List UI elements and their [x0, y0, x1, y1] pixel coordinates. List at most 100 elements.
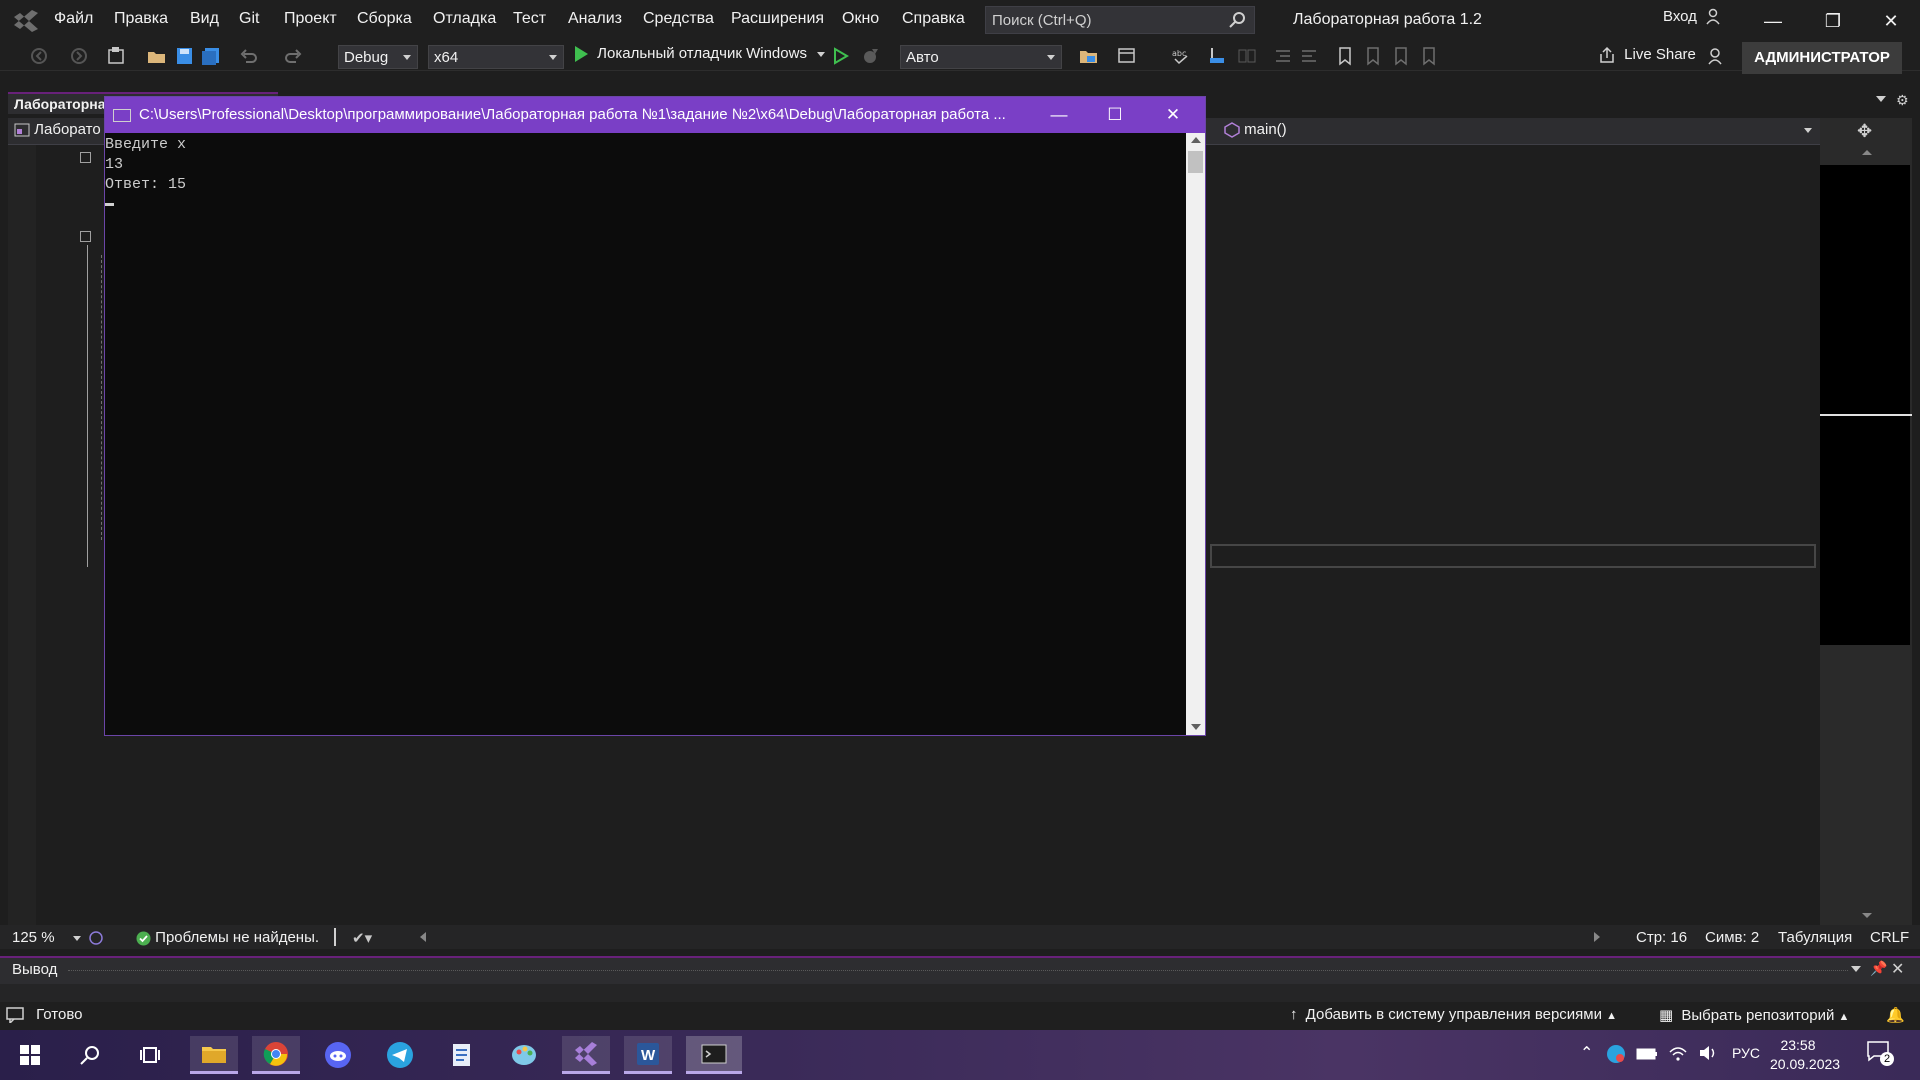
bookmark-icon[interactable]	[1334, 46, 1356, 66]
task-view-icon[interactable]	[126, 1036, 174, 1074]
administrator-badge[interactable]: АДМИНИСТРАТОР	[1742, 42, 1902, 74]
console-close-button[interactable]: ✕	[1145, 100, 1201, 130]
console-scrollbar[interactable]	[1186, 133, 1205, 735]
volume-icon[interactable]	[1698, 1044, 1718, 1062]
console-window[interactable]: C:\Users\Professional\Desktop\программир…	[104, 96, 1206, 736]
console-icon[interactable]	[686, 1036, 742, 1074]
language-indicator[interactable]: РУС	[1732, 1045, 1760, 1061]
console-output[interactable]: Введите x 13 Ответ: 15	[105, 133, 1187, 737]
back-icon[interactable]	[28, 46, 50, 66]
signin-button[interactable]: Вход	[1663, 8, 1723, 26]
compare-icon[interactable]	[1236, 46, 1258, 66]
discord-icon[interactable]	[314, 1036, 362, 1074]
platform-select[interactable]: x64	[428, 45, 564, 69]
browser-tray-icon[interactable]	[1606, 1044, 1626, 1064]
menu-window[interactable]: Окно	[842, 10, 879, 28]
menu-edit[interactable]: Правка	[114, 10, 168, 28]
word-icon[interactable]: W	[624, 1036, 672, 1074]
forward-icon[interactable]	[68, 46, 90, 66]
console-title-bar[interactable]: C:\Users\Professional\Desktop\программир…	[105, 97, 1205, 133]
layout-icon[interactable]	[1116, 46, 1138, 66]
file-explorer-icon[interactable]	[190, 1036, 238, 1074]
scroll-right-icon[interactable]	[1594, 932, 1600, 942]
undo-icon[interactable]	[238, 46, 260, 66]
drag-handle[interactable]	[68, 970, 1848, 972]
feedback-icon[interactable]	[1706, 46, 1728, 66]
add-to-source-control-button[interactable]: ↑ Добавить в систему управления версиями…	[1290, 1006, 1617, 1023]
save-icon[interactable]	[174, 46, 196, 66]
restore-button[interactable]: ❐	[1810, 6, 1856, 36]
save-all-icon[interactable]	[200, 46, 222, 66]
live-share-button[interactable]: Live Share	[1598, 46, 1696, 64]
console-minimize-button[interactable]: —	[1031, 100, 1087, 130]
scroll-left-icon[interactable]	[420, 932, 426, 942]
next-bookmark-icon[interactable]	[1390, 46, 1412, 66]
line-ending-indicator[interactable]: CRLF	[1870, 929, 1909, 946]
menu-analyze[interactable]: Анализ	[568, 10, 622, 28]
scroll-up-icon[interactable]	[1862, 150, 1872, 155]
menu-extensions[interactable]: Расширения	[731, 10, 824, 28]
hot-reload-icon[interactable]	[860, 46, 882, 66]
tab-list-icon[interactable]	[1876, 96, 1886, 102]
column-indicator[interactable]: Симв: 2	[1705, 929, 1759, 946]
start-debugging-button[interactable]: Локальный отладчик Windows	[573, 45, 826, 69]
close-icon[interactable]: ✕	[1891, 959, 1904, 979]
new-project-icon[interactable]	[106, 46, 128, 66]
auto-select[interactable]: Авто	[900, 45, 1062, 69]
minimize-button[interactable]: —	[1750, 6, 1796, 36]
open-folder-icon[interactable]	[146, 46, 168, 66]
step-icon[interactable]	[1206, 46, 1228, 66]
search-icon[interactable]	[66, 1036, 114, 1074]
chevron-up-icon[interactable]: ⌃	[1580, 1043, 1593, 1063]
line-indicator[interactable]: Стр: 16	[1636, 929, 1687, 946]
issues-indicator[interactable]: Проблемы не найдены.	[136, 929, 319, 946]
clear-bookmarks-icon[interactable]	[1418, 46, 1440, 66]
collapse-icon[interactable]	[80, 231, 91, 242]
notification-center-icon[interactable]: 2	[1866, 1040, 1896, 1070]
outdent-icon[interactable]	[1272, 46, 1294, 66]
function-dropdown[interactable]: main()	[1224, 121, 1287, 138]
paint-icon[interactable]	[500, 1036, 548, 1074]
notepad-icon[interactable]	[438, 1036, 486, 1074]
scroll-thumb[interactable]	[1188, 151, 1203, 173]
split-icon[interactable]: ✥	[1857, 121, 1872, 142]
scroll-down-icon[interactable]	[1862, 913, 1872, 918]
scroll-up-icon[interactable]	[1191, 137, 1201, 143]
menu-build[interactable]: Сборка	[357, 10, 412, 28]
menu-tools[interactable]: Средства	[643, 10, 714, 28]
menu-debug[interactable]: Отладка	[433, 10, 496, 28]
config-select[interactable]: Debug	[338, 45, 418, 69]
pin-icon[interactable]: 📌	[1870, 960, 1887, 977]
visual-studio-icon[interactable]	[562, 1036, 610, 1074]
start-icon[interactable]	[6, 1036, 54, 1074]
cleanup-button[interactable]: ✔▾	[352, 929, 372, 947]
project-dropdown[interactable]: Лаборато	[14, 121, 101, 138]
console-maximize-button[interactable]: ☐	[1087, 100, 1143, 130]
indent-indicator[interactable]: Табуляция	[1778, 929, 1852, 946]
minimap-viewport[interactable]	[1820, 414, 1912, 416]
zoom-select[interactable]: 125 %	[12, 929, 81, 946]
clock[interactable]: 23:58 20.09.2023	[1770, 1036, 1840, 1074]
scroll-down-icon[interactable]	[1191, 724, 1201, 730]
gear-icon[interactable]: ⚙	[1896, 92, 1909, 109]
search-input[interactable]: Поиск (Ctrl+Q)	[985, 6, 1255, 34]
prev-bookmark-icon[interactable]	[1362, 46, 1384, 66]
menu-git[interactable]: Git	[239, 10, 259, 28]
menu-view[interactable]: Вид	[190, 10, 219, 28]
spell-check-icon[interactable]: abc	[1170, 46, 1192, 66]
chevron-down-icon[interactable]	[1851, 966, 1861, 972]
menu-project[interactable]: Проект	[284, 10, 337, 28]
indent-icon[interactable]	[1298, 46, 1320, 66]
redo-icon[interactable]	[282, 46, 304, 66]
notifications-bell-icon[interactable]: 🔔	[1886, 1006, 1905, 1024]
wifi-icon[interactable]	[1668, 1044, 1688, 1062]
telegram-icon[interactable]	[376, 1036, 424, 1074]
chrome-icon[interactable]	[252, 1036, 300, 1074]
solution-explorer-icon[interactable]	[1078, 46, 1100, 66]
collapse-icon[interactable]	[80, 152, 91, 163]
copilot-icon[interactable]	[88, 930, 104, 946]
minimap[interactable]	[1820, 165, 1910, 645]
battery-icon[interactable]	[1636, 1046, 1658, 1062]
select-repository-button[interactable]: ▦ Выбрать репозиторий ▲	[1659, 1006, 1849, 1024]
start-without-debugging-icon[interactable]	[830, 46, 852, 66]
